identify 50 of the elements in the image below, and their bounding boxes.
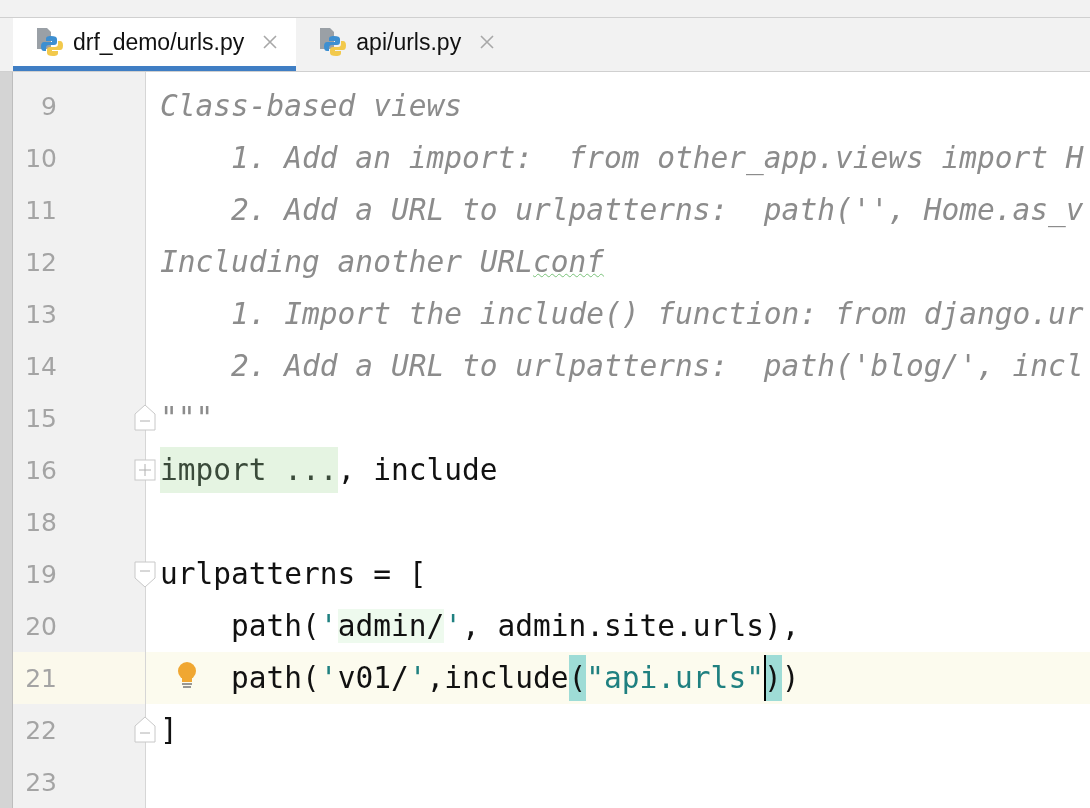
line-number: 15 bbox=[24, 403, 57, 433]
line-number: 11 bbox=[24, 195, 57, 225]
code-text: ,include bbox=[426, 661, 569, 695]
matched-brace: ( bbox=[568, 655, 587, 701]
line-number: 16 bbox=[24, 455, 57, 485]
code-comment: 2. Add a URL to urlpatterns: path('blog/', incl bbox=[231, 349, 1084, 383]
code-text: path( bbox=[231, 661, 320, 695]
line-number: 22 bbox=[24, 715, 57, 745]
code-text: ) bbox=[781, 661, 800, 695]
code-comment: 2. Add a URL to urlpatterns: path('', Home.as_v bbox=[231, 193, 1084, 227]
code-comment: """ bbox=[160, 401, 214, 435]
quote-mark: ' bbox=[408, 661, 427, 695]
code-comment: Including another URL bbox=[160, 245, 533, 279]
matched-brace: ) bbox=[763, 655, 782, 701]
code-text: v01/ bbox=[337, 661, 409, 695]
fold-end-icon[interactable] bbox=[134, 715, 156, 745]
line-number: 20 bbox=[24, 611, 57, 641]
code-string: "api.urls" bbox=[586, 661, 764, 695]
python-file-icon bbox=[35, 27, 63, 57]
line-number: 18 bbox=[24, 507, 57, 537]
code-string: admin/ bbox=[337, 609, 445, 643]
code-text: , admin.site.urls), bbox=[461, 609, 800, 643]
editor-tab[interactable]: drf_demo/urls.py bbox=[13, 18, 297, 71]
line-number: 21 bbox=[24, 663, 57, 693]
code-text: urlpatterns = [ bbox=[160, 557, 427, 591]
fold-end-icon[interactable] bbox=[134, 403, 156, 433]
quote-mark: ' bbox=[444, 609, 462, 643]
fold-start-icon[interactable] bbox=[134, 559, 156, 589]
line-number: 9 bbox=[40, 91, 57, 121]
code-comment: 1. Add an import: from other_app.views import H bbox=[231, 141, 1084, 175]
lightbulb-icon[interactable] bbox=[176, 662, 198, 690]
code-comment: conf bbox=[533, 245, 605, 279]
python-file-icon bbox=[318, 27, 347, 57]
line-number: 23 bbox=[24, 767, 57, 797]
close-icon[interactable] bbox=[479, 34, 496, 50]
code-text: ] bbox=[160, 713, 178, 747]
quote-mark: ' bbox=[319, 661, 338, 695]
line-number: 19 bbox=[24, 559, 57, 589]
line-number: 14 bbox=[24, 351, 57, 381]
quote-mark: ' bbox=[319, 609, 338, 643]
folded-code: import ... bbox=[160, 447, 338, 493]
code-comment: 1. Import the include() function: from django.ur bbox=[231, 297, 1084, 331]
code-text: , include bbox=[337, 453, 498, 487]
expand-icon[interactable] bbox=[134, 459, 156, 481]
line-number: 10 bbox=[24, 143, 57, 173]
code-comment: Class-based views bbox=[160, 89, 462, 123]
line-number: 13 bbox=[24, 299, 57, 329]
line-number: 12 bbox=[24, 247, 57, 277]
close-icon[interactable] bbox=[262, 34, 279, 50]
code-text: path( bbox=[231, 609, 320, 643]
